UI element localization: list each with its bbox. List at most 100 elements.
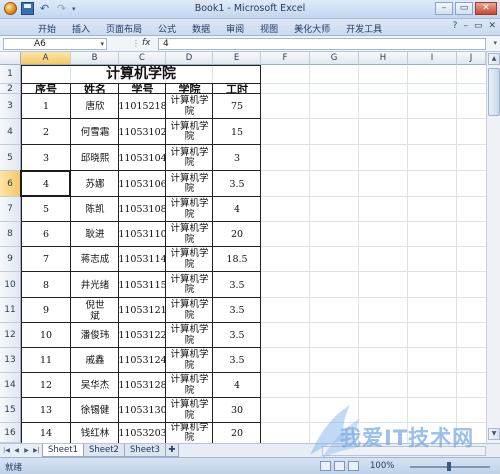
column-header-h[interactable]: H: [359, 52, 408, 65]
workbook-close-button[interactable]: ✕: [488, 21, 496, 31]
table-cell-hours[interactable]: 3.5: [213, 298, 261, 323]
table-cell-id[interactable]: 11053110: [119, 222, 166, 247]
table-cell-id[interactable]: 11053121: [119, 298, 166, 323]
table-cell-seq[interactable]: 11: [21, 348, 71, 373]
table-cell-name[interactable]: 徐锡健: [71, 398, 119, 423]
expand-formula-bar-icon[interactable]: ▾: [493, 39, 497, 47]
row-header-3[interactable]: 3: [0, 94, 21, 119]
table-cell-seq[interactable]: 8: [21, 272, 71, 298]
table-cell-id[interactable]: 11015218: [119, 94, 166, 119]
table-cell-college[interactable]: 计算机学院: [166, 197, 213, 222]
last-sheet-icon[interactable]: ▶|: [32, 446, 41, 456]
prev-sheet-icon[interactable]: ◀: [12, 446, 21, 456]
table-cell-college[interactable]: 计算机学院: [166, 94, 213, 119]
table-cell-college[interactable]: 计算机学院: [166, 222, 213, 247]
column-header-c[interactable]: C: [119, 52, 166, 65]
row-header-16[interactable]: 16: [0, 423, 21, 443]
row-header-8[interactable]: 8: [0, 222, 21, 247]
table-cell-hours[interactable]: 3.5: [213, 272, 261, 298]
row-header-7[interactable]: 7: [0, 197, 21, 222]
table-cell-hours[interactable]: 4: [213, 373, 261, 398]
row-header-2[interactable]: 2: [0, 84, 21, 94]
row-header-9[interactable]: 9: [0, 247, 21, 272]
table-cell-name[interactable]: 井光绪: [71, 272, 119, 298]
table-cell-seq[interactable]: 14: [21, 423, 71, 443]
table-cell-name[interactable]: 潘俊玮: [71, 323, 119, 348]
table-cell-id[interactable]: 11053130: [119, 398, 166, 423]
next-sheet-icon[interactable]: ▶: [22, 446, 31, 456]
table-cell-hours[interactable]: 18.5: [213, 247, 261, 272]
column-header-a[interactable]: A: [21, 52, 71, 65]
table-cell-seq[interactable]: 12: [21, 373, 71, 398]
table-cell-id[interactable]: 11053102: [119, 119, 166, 145]
column-header-g[interactable]: G: [310, 52, 359, 65]
table-cell-hours[interactable]: 20: [213, 222, 261, 247]
table-cell-college[interactable]: 计算机学院: [166, 247, 213, 272]
row-header-14[interactable]: 14: [0, 373, 21, 398]
table-cell-name[interactable]: 何雪霜: [71, 119, 119, 145]
table-cell-hours[interactable]: 30: [213, 398, 261, 423]
table-cell-hours[interactable]: 3: [213, 145, 261, 171]
zoom-level[interactable]: 100%: [370, 461, 394, 471]
row-header-4[interactable]: 4: [0, 119, 21, 145]
table-cell-seq[interactable]: 13: [21, 398, 71, 423]
column-header-i[interactable]: I: [408, 52, 457, 65]
help-icon[interactable]: ?: [453, 21, 458, 31]
maximize-window-button[interactable]: ▭: [455, 2, 473, 15]
row-header-1[interactable]: 1: [0, 65, 21, 84]
row-header-11[interactable]: 11: [0, 298, 21, 323]
ribbon-tab[interactable]: 公式: [150, 21, 184, 35]
sheet-tab-sheet3[interactable]: Sheet3: [123, 444, 166, 457]
vertical-scrollbar[interactable]: ▲ ▼: [486, 52, 500, 443]
horizontal-scrollbar[interactable]: [322, 446, 486, 456]
column-header-d[interactable]: D: [166, 52, 213, 65]
table-cell-college[interactable]: 计算机学院: [166, 323, 213, 348]
table-cell-seq[interactable]: 7: [21, 247, 71, 272]
table-cell-name[interactable]: 吴华杰: [71, 373, 119, 398]
ribbon-tab[interactable]: 开发工具: [338, 21, 390, 35]
ribbon-tab[interactable]: 页面布局: [98, 21, 150, 35]
row-header-10[interactable]: 10: [0, 272, 21, 298]
table-cell-college[interactable]: 计算机学院: [166, 398, 213, 423]
table-cell-name[interactable]: 唐欣: [71, 94, 119, 119]
table-cell-id[interactable]: 11053104: [119, 145, 166, 171]
table-cell-id[interactable]: 11053114: [119, 247, 166, 272]
normal-view-icon[interactable]: [320, 461, 331, 471]
close-window-button[interactable]: ✕: [475, 2, 497, 15]
table-cell-hours[interactable]: 3.5: [213, 348, 261, 373]
table-cell-college[interactable]: 计算机学院: [166, 272, 213, 298]
table-cell-hours[interactable]: 75: [213, 94, 261, 119]
scroll-up-icon[interactable]: ▲: [488, 53, 500, 65]
column-header-j[interactable]: J: [457, 52, 486, 65]
row-header-5[interactable]: 5: [0, 145, 21, 171]
table-cell-seq[interactable]: 1: [21, 94, 71, 119]
table-title[interactable]: 计算机学院: [21, 65, 261, 84]
table-cell-name[interactable]: 倪世斌: [71, 298, 119, 323]
sheet-tab-sheet2[interactable]: Sheet2: [82, 444, 125, 457]
row-header-15[interactable]: 15: [0, 398, 21, 423]
table-cell-name[interactable]: 陈凯: [71, 197, 119, 222]
table-cell-id[interactable]: 11053122: [119, 323, 166, 348]
ribbon-tab[interactable]: 数据: [184, 21, 218, 35]
table-cell-college[interactable]: 计算机学院: [166, 348, 213, 373]
table-cell-college[interactable]: 计算机学院: [166, 298, 213, 323]
minimize-window-button[interactable]: –: [435, 2, 453, 15]
table-cell-name[interactable]: 戚鑫: [71, 348, 119, 373]
table-cell-college[interactable]: 计算机学院: [166, 119, 213, 145]
table-cell-hours[interactable]: 4: [213, 197, 261, 222]
table-cell-id[interactable]: 11053128: [119, 373, 166, 398]
table-cell-seq[interactable]: 5: [21, 197, 71, 222]
row-header-13[interactable]: 13: [0, 348, 21, 373]
row-header-12[interactable]: 12: [0, 323, 21, 348]
active-cell-cursor[interactable]: [20, 170, 71, 197]
table-cell-name[interactable]: 邱晓熙: [71, 145, 119, 171]
ribbon-tab[interactable]: 视图: [252, 21, 286, 35]
name-box[interactable]: A6 ▾: [3, 38, 107, 50]
ribbon-tab[interactable]: 开始: [30, 21, 64, 35]
ribbon-tab[interactable]: 美化大师: [286, 21, 338, 35]
table-cell-hours[interactable]: 3.5: [213, 323, 261, 348]
table-cell-hours[interactable]: 15: [213, 119, 261, 145]
first-sheet-icon[interactable]: |◀: [2, 446, 11, 456]
select-all-corner[interactable]: [0, 52, 21, 65]
table-cell-name[interactable]: 苏娜: [71, 171, 119, 197]
